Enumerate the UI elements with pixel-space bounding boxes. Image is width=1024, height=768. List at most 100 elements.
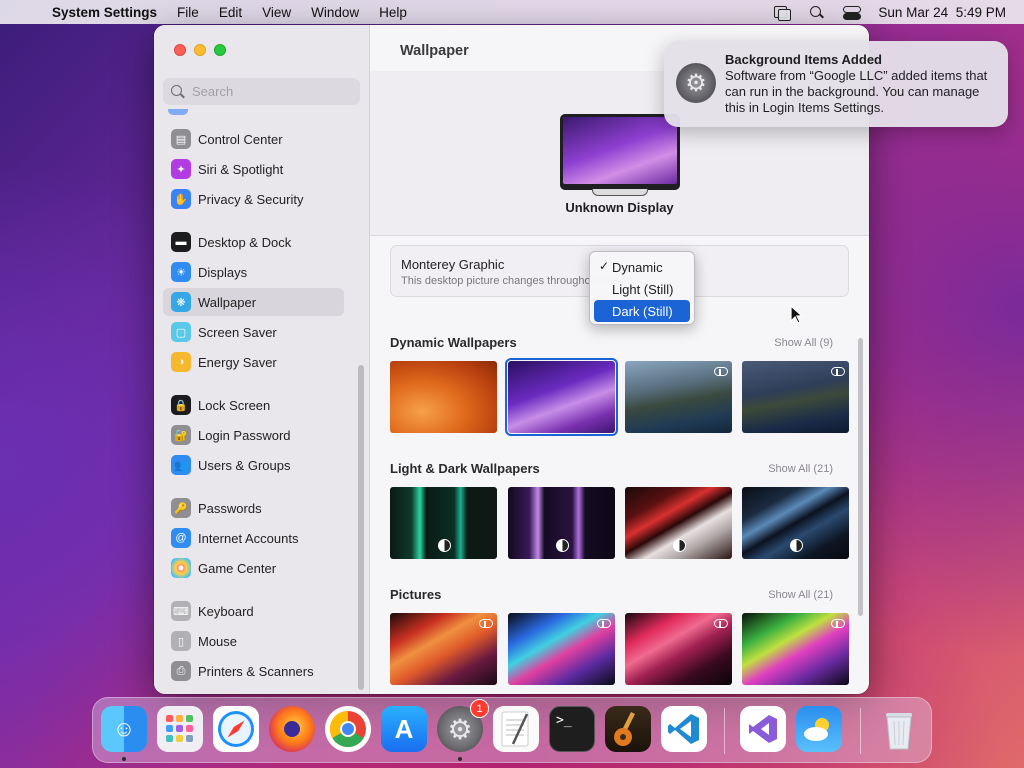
sidebar-item-desktop-dock[interactable]: ▬ Desktop & Dock [163, 228, 344, 256]
sidebar-item-label: Wallpaper [198, 294, 257, 310]
sidebar-item-internet-accounts[interactable]: @ Internet Accounts [163, 524, 344, 552]
sidebar-item-displays[interactable]: ☀ Displays [163, 258, 344, 286]
sidebar-icon: 🔐 [171, 425, 191, 445]
sidebar-item-label: Energy Saver [198, 354, 277, 370]
sidebar-icon: ▯ [171, 631, 191, 651]
display-name: Unknown Display [565, 200, 674, 215]
download-icon [830, 617, 845, 628]
sidebar-item-game-center[interactable]: ● Game Center [163, 554, 344, 582]
sidebar-item-label: Login Password [198, 427, 291, 443]
sidebar-item-control-center[interactable]: ▤ Control Center [163, 125, 344, 153]
sidebar-item-label: Passwords [198, 500, 262, 516]
search-icon [171, 84, 185, 99]
notification-title: Background Items Added [725, 52, 882, 67]
show-all-pictures[interactable]: Show All (21) [743, 589, 833, 601]
zoom-button[interactable] [214, 44, 226, 56]
download-icon [830, 365, 845, 376]
wallpaper-thumb-ventura[interactable] [390, 361, 497, 433]
menu-edit[interactable]: Edit [219, 5, 242, 20]
sidebar-item-label: Lock Screen [198, 397, 271, 413]
dock-weather-icon[interactable] [796, 706, 842, 752]
dock-finder-icon[interactable]: ☺ [101, 706, 147, 752]
menu-view[interactable]: View [262, 5, 291, 20]
menu-bar: System Settings File Edit View Window He… [0, 0, 1024, 24]
sidebar-item-lock-screen[interactable]: 🔒 Lock Screen [163, 391, 344, 419]
notification-badge: 1 [470, 699, 489, 718]
sidebar-item-screen-saver[interactable]: ▢ Screen Saver [163, 318, 344, 346]
sidebar-item-label: Control Center [198, 131, 283, 147]
dock-trash-icon[interactable] [876, 706, 922, 752]
monitor-stand [592, 189, 648, 196]
wallpaper-thumb-catalina[interactable] [625, 361, 732, 433]
control-center-icon[interactable] [843, 5, 862, 20]
sidebar-item-printers-scanners[interactable]: ⎙ Printers & Scanners [163, 657, 344, 685]
wallpaper-thumb-picture-4[interactable] [742, 613, 849, 685]
dock-app-store-icon[interactable]: A [381, 706, 427, 752]
dock-visual-studio-icon[interactable] [740, 706, 786, 752]
wallpaper-thumb-picture-3[interactable] [625, 613, 732, 685]
dock-chrome-icon[interactable] [325, 706, 371, 752]
menu-file[interactable]: File [177, 5, 199, 20]
sidebar-item-label: Mouse [198, 633, 238, 649]
sidebar-icon: ● [171, 558, 191, 578]
light-dark-icon [790, 539, 803, 552]
wallpaper-thumb-macos-blue[interactable] [742, 487, 849, 559]
menu-option-dynamic[interactable]: ✓ Dynamic [594, 256, 690, 278]
dock-terminal-icon[interactable]: >_ [549, 706, 595, 752]
dock-system-settings-icon[interactable]: ⚙ 1 [437, 699, 489, 752]
menu-help[interactable]: Help [379, 5, 407, 20]
sidebar-item-siri-spotlight[interactable]: ✦ Siri & Spotlight [163, 155, 344, 183]
sidebar-icon: ✋ [171, 189, 191, 209]
show-all-dynamic[interactable]: Show All (9) [743, 337, 833, 349]
monitor-icon[interactable] [560, 114, 680, 190]
dock-firefox-icon[interactable] [269, 706, 315, 752]
sidebar-item-privacy-security[interactable]: ✋ Privacy & Security [163, 185, 344, 213]
dock-launchpad-icon[interactable] [157, 706, 203, 752]
wallpaper-thumb-catalina-night[interactable] [742, 361, 849, 433]
sidebar-icon: ✦ [171, 159, 191, 179]
partial-item-icon [168, 109, 188, 115]
sidebar-item-keyboard[interactable]: ⌨ Keyboard [163, 597, 344, 625]
menu-option-dark[interactable]: Dark (Still) [594, 300, 690, 322]
running-indicator [458, 757, 462, 761]
wallpaper-thumb-monterey[interactable] [505, 358, 618, 436]
window-switcher-icon[interactable] [773, 5, 792, 21]
dock-vscode-icon[interactable] [661, 706, 707, 752]
wallpaper-thumb-macos-red[interactable] [625, 487, 732, 559]
wallpaper-thumb-picture-1[interactable] [390, 613, 497, 685]
sidebar-item-label: Keyboard [198, 603, 254, 619]
sidebar-scrollbar[interactable] [358, 365, 364, 690]
app-menu[interactable]: System Settings [52, 5, 157, 20]
dock-safari-icon[interactable] [213, 706, 259, 752]
dock: ☺ A ⚙ 1 >_ [92, 697, 932, 763]
notification-banner[interactable]: ⚙ Background Items Added Software from “… [664, 41, 1008, 127]
wallpaper-thumb-macbook-green[interactable] [390, 487, 497, 559]
sidebar-item-wallpaper[interactable]: ❋ Wallpaper [163, 288, 344, 316]
sidebar-icon: ▬ [171, 232, 191, 252]
menubar-time: 5:49 PM [955, 4, 1006, 20]
dock-garageband-icon[interactable] [605, 706, 651, 752]
dock-textedit-icon[interactable] [493, 706, 539, 752]
sidebar-item-passwords[interactable]: 🔑 Passwords [163, 494, 344, 522]
wallpaper-thumb-macbook-purple[interactable] [508, 487, 615, 559]
close-button[interactable] [174, 44, 186, 56]
menu-option-light[interactable]: Light (Still) [594, 278, 690, 300]
content-scrollbar[interactable] [858, 338, 863, 616]
menubar-clock[interactable]: Sun Mar 24 5:49 PM [878, 5, 1006, 20]
sidebar-item-label: Siri & Spotlight [198, 161, 284, 177]
sidebar-icon: ⌨ [171, 601, 191, 621]
sidebar-item-users-groups[interactable]: 👥 Users & Groups [163, 451, 344, 479]
sidebar-item-energy-saver[interactable]: ◑ Energy Saver [163, 348, 344, 376]
menu-window[interactable]: Window [311, 5, 359, 20]
wallpaper-thumb-picture-2[interactable] [508, 613, 615, 685]
spotlight-icon[interactable] [808, 5, 825, 19]
minimize-button[interactable] [194, 44, 206, 56]
search-input[interactable] [192, 84, 352, 99]
window-controls [174, 44, 226, 56]
option-label: Light (Still) [612, 281, 674, 297]
sidebar-item-mouse[interactable]: ▯ Mouse [163, 627, 344, 655]
section-title-light-dark: Light & Dark Wallpapers [390, 461, 540, 476]
sidebar-item-login-password[interactable]: 🔐 Login Password [163, 421, 344, 449]
sidebar-search[interactable] [163, 78, 360, 105]
show-all-light-dark[interactable]: Show All (21) [743, 463, 833, 475]
